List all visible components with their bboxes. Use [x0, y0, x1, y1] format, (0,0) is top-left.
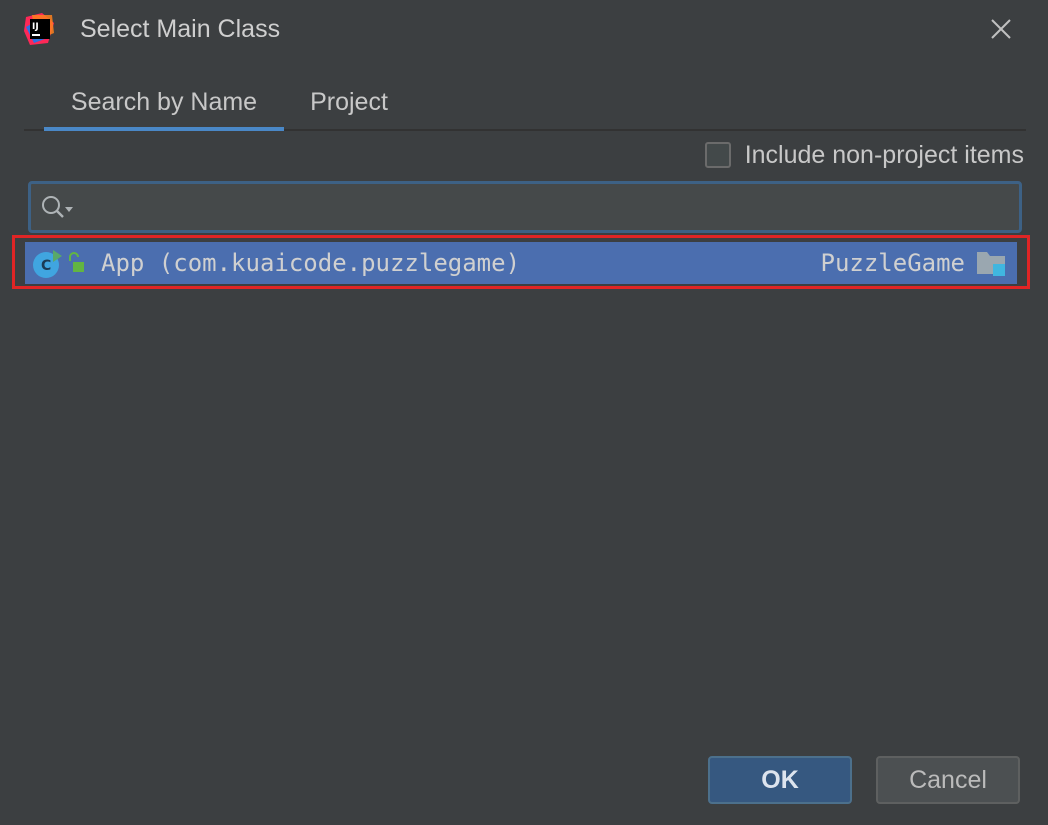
- include-non-project-checkbox[interactable]: [704, 142, 731, 168]
- runnable-class-icon: C: [33, 250, 62, 278]
- svg-text:IJ: IJ: [32, 22, 39, 32]
- include-non-project-label[interactable]: Include non-project items: [745, 141, 1024, 170]
- svg-text:C: C: [41, 258, 51, 274]
- intellij-idea-icon: IJ: [24, 13, 54, 45]
- ok-button[interactable]: OK: [708, 756, 852, 804]
- tab-project[interactable]: Project: [286, 76, 412, 129]
- include-non-project-option: Include non-project items: [704, 139, 1024, 171]
- class-name: App (com.kuaicode.puzzlegame): [101, 249, 521, 277]
- public-lock-icon: [69, 252, 84, 272]
- selected-row[interactable]: C App (com.kuaicode.puzzlegame) PuzzleGa…: [25, 242, 1017, 284]
- close-icon[interactable]: [984, 12, 1018, 46]
- dialog-title: Select Main Class: [80, 15, 281, 43]
- cancel-button[interactable]: Cancel: [876, 756, 1020, 804]
- list-item[interactable]: C App (com.kuaicode.puzzlegame) PuzzleGa…: [12, 235, 1030, 289]
- search-icon[interactable]: [39, 194, 79, 222]
- search-input[interactable]: [81, 184, 1015, 232]
- module-folder-icon: [977, 252, 1005, 276]
- dialog-titlebar: IJ Select Main Class: [0, 0, 1048, 58]
- tab-bar: Search by Name Project: [24, 76, 1026, 131]
- search-field[interactable]: [28, 181, 1022, 233]
- tab-search-by-name[interactable]: Search by Name: [44, 76, 284, 131]
- module-name: PuzzleGame: [820, 249, 966, 277]
